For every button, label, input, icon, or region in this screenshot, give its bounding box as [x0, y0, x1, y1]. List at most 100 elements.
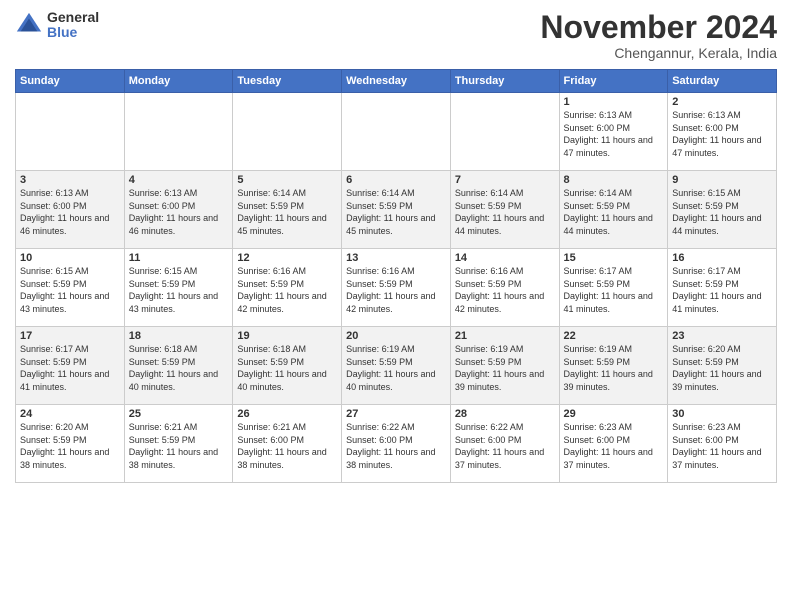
calendar-cell: 23Sunrise: 6:20 AM Sunset: 5:59 PM Dayli… — [668, 327, 777, 405]
logo-general: General — [47, 10, 99, 25]
day-number: 16 — [672, 252, 772, 264]
calendar-cell: 25Sunrise: 6:21 AM Sunset: 5:59 PM Dayli… — [124, 405, 233, 483]
day-info: Sunrise: 6:14 AM Sunset: 5:59 PM Dayligh… — [455, 187, 555, 237]
day-number: 15 — [564, 252, 664, 264]
calendar-cell: 15Sunrise: 6:17 AM Sunset: 5:59 PM Dayli… — [559, 249, 668, 327]
day-number: 27 — [346, 408, 446, 420]
day-number: 4 — [129, 174, 229, 186]
day-number: 21 — [455, 330, 555, 342]
calendar-cell: 22Sunrise: 6:19 AM Sunset: 5:59 PM Dayli… — [559, 327, 668, 405]
day-number: 18 — [129, 330, 229, 342]
calendar-cell: 17Sunrise: 6:17 AM Sunset: 5:59 PM Dayli… — [16, 327, 125, 405]
calendar-cell: 6Sunrise: 6:14 AM Sunset: 5:59 PM Daylig… — [342, 171, 451, 249]
day-number: 3 — [20, 174, 120, 186]
calendar-cell: 24Sunrise: 6:20 AM Sunset: 5:59 PM Dayli… — [16, 405, 125, 483]
day-number: 30 — [672, 408, 772, 420]
day-number: 20 — [346, 330, 446, 342]
day-number: 19 — [237, 330, 337, 342]
week-row-0: 1Sunrise: 6:13 AM Sunset: 6:00 PM Daylig… — [16, 93, 777, 171]
day-info: Sunrise: 6:13 AM Sunset: 6:00 PM Dayligh… — [564, 109, 664, 159]
day-info: Sunrise: 6:16 AM Sunset: 5:59 PM Dayligh… — [455, 265, 555, 315]
day-info: Sunrise: 6:16 AM Sunset: 5:59 PM Dayligh… — [346, 265, 446, 315]
day-number: 7 — [455, 174, 555, 186]
day-number: 8 — [564, 174, 664, 186]
week-row-4: 24Sunrise: 6:20 AM Sunset: 5:59 PM Dayli… — [16, 405, 777, 483]
day-info: Sunrise: 6:17 AM Sunset: 5:59 PM Dayligh… — [20, 343, 120, 393]
calendar-cell: 7Sunrise: 6:14 AM Sunset: 5:59 PM Daylig… — [450, 171, 559, 249]
calendar-cell: 16Sunrise: 6:17 AM Sunset: 5:59 PM Dayli… — [668, 249, 777, 327]
calendar-cell: 2Sunrise: 6:13 AM Sunset: 6:00 PM Daylig… — [668, 93, 777, 171]
day-number: 11 — [129, 252, 229, 264]
calendar-cell: 14Sunrise: 6:16 AM Sunset: 5:59 PM Dayli… — [450, 249, 559, 327]
day-info: Sunrise: 6:17 AM Sunset: 5:59 PM Dayligh… — [564, 265, 664, 315]
day-info: Sunrise: 6:23 AM Sunset: 6:00 PM Dayligh… — [672, 421, 772, 471]
calendar-cell — [342, 93, 451, 171]
calendar-header: Sunday Monday Tuesday Wednesday Thursday… — [16, 70, 777, 93]
calendar-table: Sunday Monday Tuesday Wednesday Thursday… — [15, 69, 777, 483]
day-number: 24 — [20, 408, 120, 420]
col-saturday: Saturday — [668, 70, 777, 93]
calendar-cell: 18Sunrise: 6:18 AM Sunset: 5:59 PM Dayli… — [124, 327, 233, 405]
logo: General Blue — [15, 10, 99, 41]
day-number: 29 — [564, 408, 664, 420]
calendar-cell: 3Sunrise: 6:13 AM Sunset: 6:00 PM Daylig… — [16, 171, 125, 249]
logo-blue: Blue — [47, 25, 99, 40]
calendar-cell: 12Sunrise: 6:16 AM Sunset: 5:59 PM Dayli… — [233, 249, 342, 327]
calendar-cell — [450, 93, 559, 171]
col-tuesday: Tuesday — [233, 70, 342, 93]
day-number: 28 — [455, 408, 555, 420]
week-row-3: 17Sunrise: 6:17 AM Sunset: 5:59 PM Dayli… — [16, 327, 777, 405]
calendar-cell: 5Sunrise: 6:14 AM Sunset: 5:59 PM Daylig… — [233, 171, 342, 249]
day-number: 13 — [346, 252, 446, 264]
day-number: 2 — [672, 96, 772, 108]
calendar-cell: 26Sunrise: 6:21 AM Sunset: 6:00 PM Dayli… — [233, 405, 342, 483]
day-info: Sunrise: 6:13 AM Sunset: 6:00 PM Dayligh… — [672, 109, 772, 159]
calendar-cell: 28Sunrise: 6:22 AM Sunset: 6:00 PM Dayli… — [450, 405, 559, 483]
day-info: Sunrise: 6:14 AM Sunset: 5:59 PM Dayligh… — [346, 187, 446, 237]
day-number: 17 — [20, 330, 120, 342]
calendar-cell: 19Sunrise: 6:18 AM Sunset: 5:59 PM Dayli… — [233, 327, 342, 405]
day-info: Sunrise: 6:20 AM Sunset: 5:59 PM Dayligh… — [20, 421, 120, 471]
header: General Blue November 2024 Chengannur, K… — [15, 10, 777, 61]
week-row-2: 10Sunrise: 6:15 AM Sunset: 5:59 PM Dayli… — [16, 249, 777, 327]
day-info: Sunrise: 6:13 AM Sunset: 6:00 PM Dayligh… — [129, 187, 229, 237]
week-row-1: 3 Sunrise: 6:13 AM Sunset: 6:00 PM Daylig… — [16, 171, 777, 249]
col-friday: Friday — [559, 70, 668, 93]
day-info: Sunrise: 6:22 AM Sunset: 6:00 PM Dayligh… — [455, 421, 555, 471]
calendar-body: 1Sunrise: 6:13 AM Sunset: 6:00 PM Daylig… — [16, 93, 777, 483]
col-sunday: Sunday — [16, 70, 125, 93]
day-info: Sunrise: 6:18 AM Sunset: 5:59 PM Dayligh… — [129, 343, 229, 393]
day-number: 10 — [20, 252, 120, 264]
calendar-cell: 9Sunrise: 6:15 AM Sunset: 5:59 PM Daylig… — [668, 171, 777, 249]
calendar-cell: 29Sunrise: 6:23 AM Sunset: 6:00 PM Dayli… — [559, 405, 668, 483]
calendar-cell: 20Sunrise: 6:19 AM Sunset: 5:59 PM Dayli… — [342, 327, 451, 405]
day-info: Sunrise: 6:19 AM Sunset: 5:59 PM Dayligh… — [564, 343, 664, 393]
calendar-cell — [233, 93, 342, 171]
day-info: Sunrise: 6:19 AM Sunset: 5:59 PM Dayligh… — [455, 343, 555, 393]
calendar-cell: 30Sunrise: 6:23 AM Sunset: 6:00 PM Dayli… — [668, 405, 777, 483]
day-number: 22 — [564, 330, 664, 342]
day-info: Sunrise: 6:15 AM Sunset: 5:59 PM Dayligh… — [20, 265, 120, 315]
col-thursday: Thursday — [450, 70, 559, 93]
day-info: Sunrise: 6:23 AM Sunset: 6:00 PM Dayligh… — [564, 421, 664, 471]
day-number: 12 — [237, 252, 337, 264]
day-number: 26 — [237, 408, 337, 420]
calendar-cell: 13Sunrise: 6:16 AM Sunset: 5:59 PM Dayli… — [342, 249, 451, 327]
day-info: Sunrise: 6:14 AM Sunset: 5:59 PM Dayligh… — [564, 187, 664, 237]
calendar-cell: 4Sunrise: 6:13 AM Sunset: 6:00 PM Daylig… — [124, 171, 233, 249]
calendar-cell: 21Sunrise: 6:19 AM Sunset: 5:59 PM Dayli… — [450, 327, 559, 405]
calendar-cell: 10Sunrise: 6:15 AM Sunset: 5:59 PM Dayli… — [16, 249, 125, 327]
logo-text: General Blue — [47, 10, 99, 41]
header-row: Sunday Monday Tuesday Wednesday Thursday… — [16, 70, 777, 93]
day-info: Sunrise: 6:21 AM Sunset: 5:59 PM Dayligh… — [129, 421, 229, 471]
day-info: Sunrise: 6:15 AM Sunset: 5:59 PM Dayligh… — [672, 187, 772, 237]
day-number: 14 — [455, 252, 555, 264]
day-info: Sunrise: 6:21 AM Sunset: 6:00 PM Dayligh… — [237, 421, 337, 471]
day-number: 25 — [129, 408, 229, 420]
day-info: Sunrise: 6:17 AM Sunset: 5:59 PM Dayligh… — [672, 265, 772, 315]
day-number: 23 — [672, 330, 772, 342]
col-wednesday: Wednesday — [342, 70, 451, 93]
calendar-cell: 27Sunrise: 6:22 AM Sunset: 6:00 PM Dayli… — [342, 405, 451, 483]
day-number: 9 — [672, 174, 772, 186]
page: General Blue November 2024 Chengannur, K… — [0, 0, 792, 612]
